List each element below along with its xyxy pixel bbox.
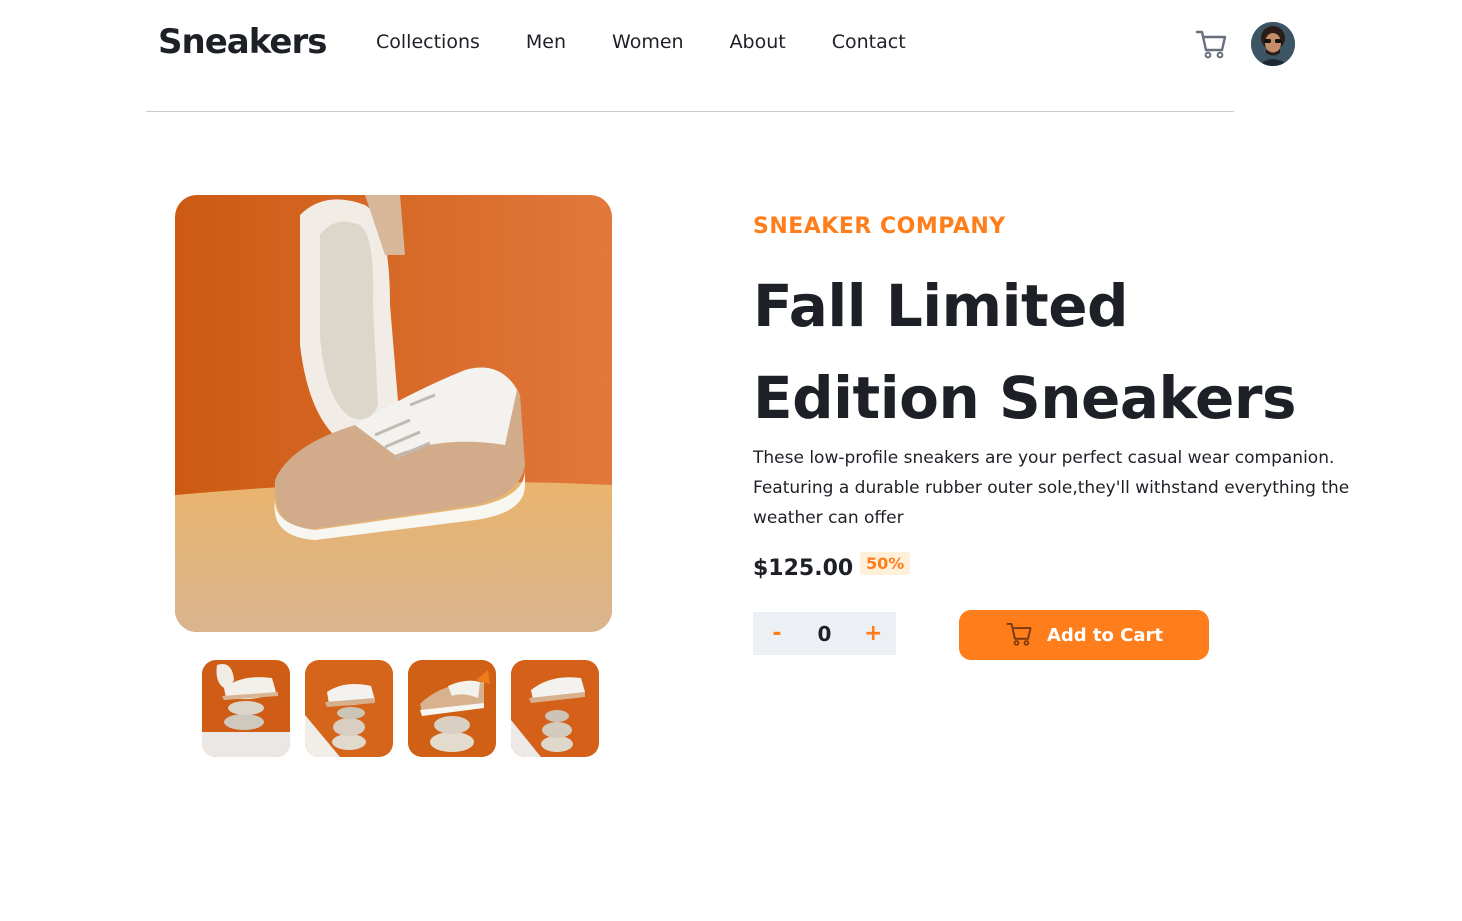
nav-link-collections[interactable]: Collections [376, 31, 480, 53]
quantity-decrease-button[interactable]: - [769, 621, 785, 646]
quantity-value: 0 [817, 621, 832, 646]
product-title: Fall Limited Edition Sneakers [753, 272, 1296, 432]
discount-badge: 50% [860, 552, 911, 575]
site-header: Sneakers Collections Men Women About Con… [146, 0, 1295, 112]
add-to-cart-button[interactable]: Add to Cart [959, 610, 1209, 660]
quantity-stepper: - 0 + [753, 612, 896, 655]
nav-link-about[interactable]: About [730, 31, 786, 53]
thumbnail-3[interactable] [408, 660, 496, 757]
sneaker-main-image[interactable] [175, 195, 612, 632]
main-nav: Collections Men Women About Contact [376, 31, 906, 53]
product-description: These low-profile sneakers are your perf… [753, 448, 1350, 528]
quantity-increase-button[interactable]: + [864, 621, 882, 646]
thumbnail-1[interactable] [202, 660, 290, 757]
nav-link-men[interactable]: Men [526, 31, 566, 53]
product-price: $125.00 [753, 556, 854, 581]
cart-icon[interactable] [1194, 26, 1228, 60]
thumbnail-4[interactable] [511, 660, 599, 757]
add-to-cart-label: Add to Cart [1046, 624, 1164, 646]
logo[interactable]: Sneakers [158, 22, 327, 62]
thumbnail-list [202, 660, 599, 757]
nav-link-women[interactable]: Women [612, 31, 684, 53]
company-name: SNEAKER COMPANY [753, 214, 1006, 239]
user-avatar[interactable] [1251, 22, 1295, 66]
thumbnail-2[interactable] [305, 660, 393, 757]
nav-link-contact[interactable]: Contact [832, 31, 906, 53]
cart-icon [1005, 619, 1033, 652]
